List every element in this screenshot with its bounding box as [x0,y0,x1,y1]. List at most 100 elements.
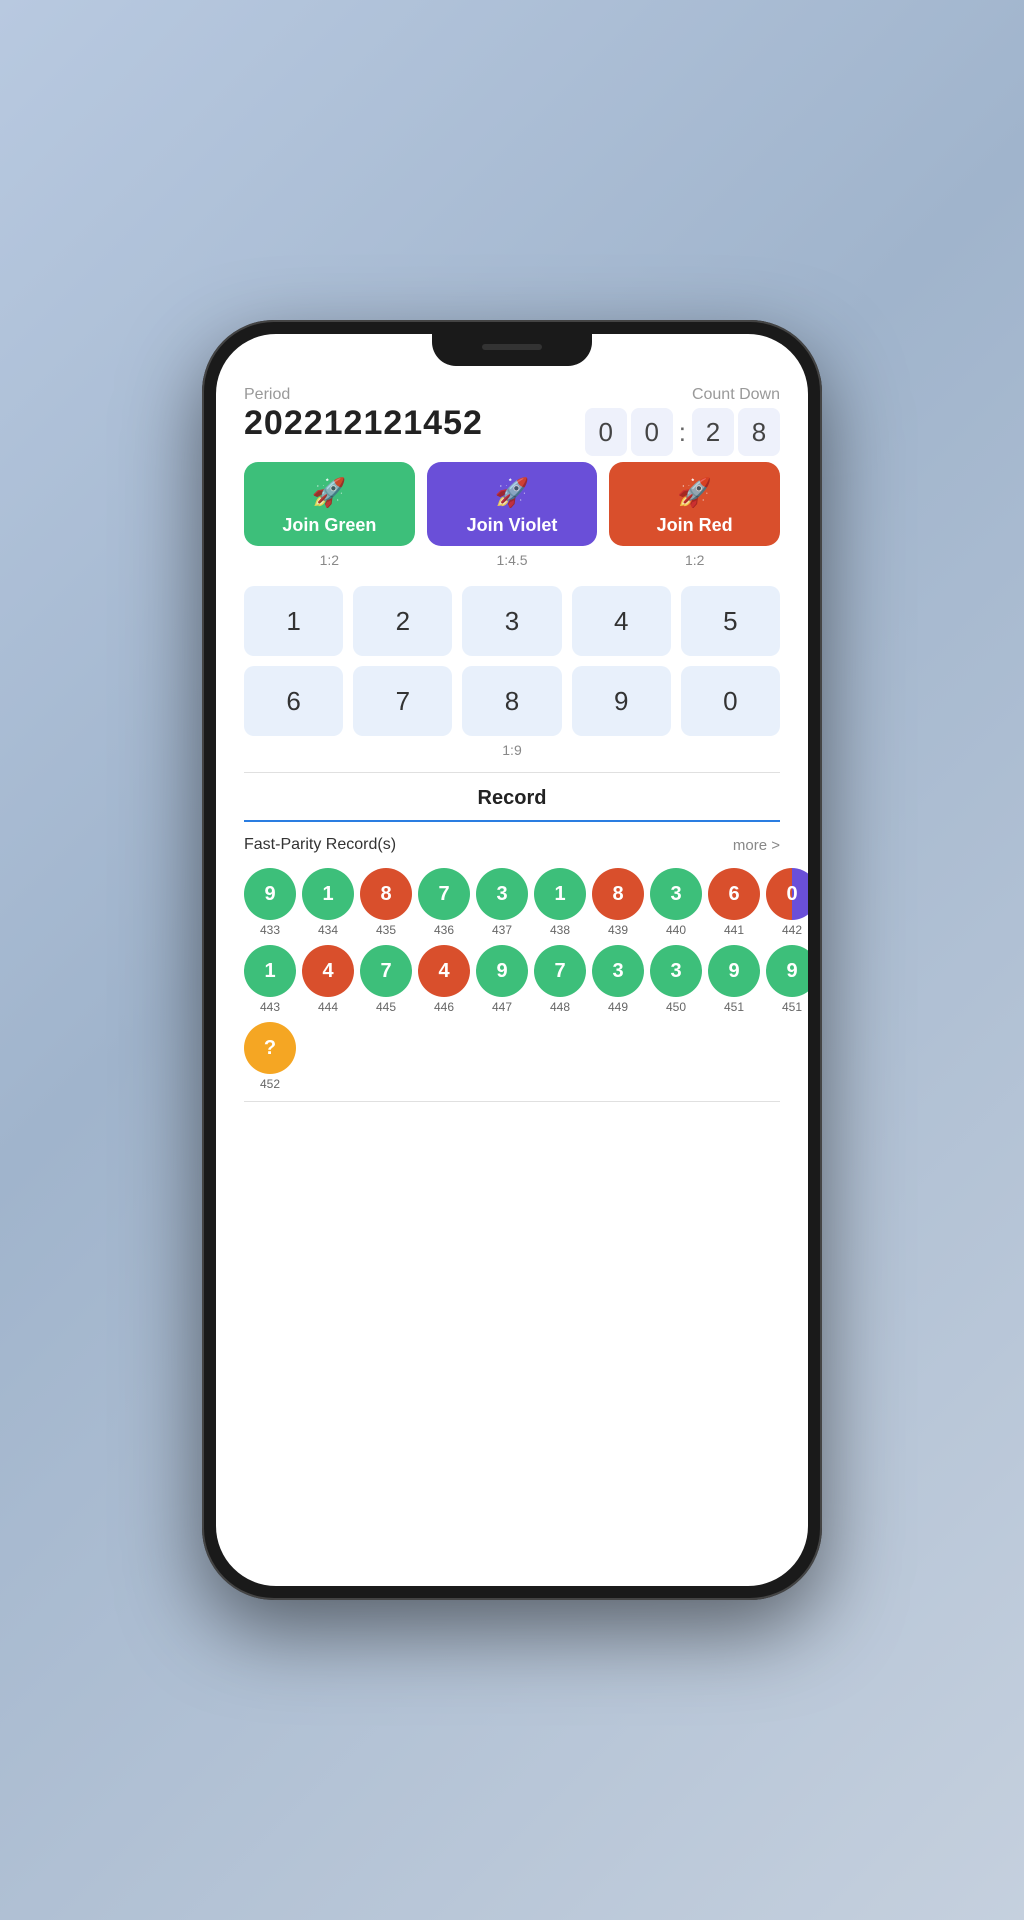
ball-label-449: 449 [608,1000,628,1014]
ball-wrapper-434: 1 434 [302,868,354,937]
num-btn-7[interactable]: 7 [353,666,452,736]
num-btn-1[interactable]: 1 [244,586,343,656]
ball-wrapper-441: 6 441 [708,868,760,937]
phone-screen: Period 202212121452 Count Down 0 0 : 2 8 [216,334,808,1586]
number-grid: 1 2 3 4 5 6 7 8 9 0 [244,586,780,736]
ball-wrapper-437: 3 437 [476,868,528,937]
ball-label-445: 445 [376,1000,396,1014]
notch-speaker [482,344,542,350]
top-divider [244,772,780,773]
num-btn-3[interactable]: 3 [462,586,561,656]
ball-wrapper-442: 0 442 [766,868,808,937]
ball-wrapper-451b: 9 451 [766,945,808,1014]
fast-parity-label: Fast-Parity Record(s) [244,836,396,854]
number-row-1: 1 2 3 4 5 [244,586,780,656]
ball-434: 1 [302,868,354,920]
ball-449: 3 [592,945,644,997]
countdown-digit-2: 0 [631,408,673,456]
ball-wrapper-443: 1 443 [244,945,296,1014]
num-btn-4[interactable]: 4 [572,586,671,656]
num-btn-0[interactable]: 0 [681,666,780,736]
grid-sub: 1:9 [244,742,780,758]
ball-label-446: 446 [434,1000,454,1014]
ball-label-443: 443 [260,1000,280,1014]
ball-441: 6 [708,868,760,920]
num-btn-9[interactable]: 9 [572,666,671,736]
join-violet-sub: 1:4.5 [427,552,598,568]
ball-label-447: 447 [492,1000,512,1014]
ball-436: 7 [418,868,470,920]
ball-wrapper-446: 4 446 [418,945,470,1014]
bottom-divider [244,1101,780,1102]
join-buttons-row: 🚀 Join Green 1:2 🚀 Join Violet 1:4.5 🚀 [244,462,780,568]
period-label: Period [244,386,483,404]
ball-wrapper-449: 3 449 [592,945,644,1014]
number-row-2: 6 7 8 9 0 [244,666,780,736]
countdown-digit-3: 2 [692,408,734,456]
join-red-label: Join Red [657,515,733,536]
ball-wrapper-452: ? 452 [244,1022,296,1091]
num-btn-2[interactable]: 2 [353,586,452,656]
ball-label-440: 440 [666,923,686,937]
phone-frame: Period 202212121452 Count Down 0 0 : 2 8 [202,320,822,1600]
countdown-digit-1: 0 [585,408,627,456]
record-title: Record [244,787,780,810]
ball-wrapper-436: 7 436 [418,868,470,937]
ball-label-436: 436 [434,923,454,937]
num-btn-6[interactable]: 6 [244,666,343,736]
ball-label-450: 450 [666,1000,686,1014]
ball-label-438: 438 [550,923,570,937]
notch [432,334,592,366]
ball-448: 7 [534,945,586,997]
ball-wrapper-440: 3 440 [650,868,702,937]
countdown-label: Count Down [585,386,780,404]
ball-label-442: 442 [782,923,802,937]
ball-wrapper-433: 9 433 [244,868,296,937]
screen-content: Period 202212121452 Count Down 0 0 : 2 8 [216,334,808,1586]
ball-wrapper-451a: 9 451 [708,945,760,1014]
ball-437: 3 [476,868,528,920]
ball-label-444: 444 [318,1000,338,1014]
ball-label-434: 434 [318,923,338,937]
rocket-icon-green: 🚀 [312,476,347,509]
period-value: 202212121452 [244,404,483,443]
ball-wrapper-447: 9 447 [476,945,528,1014]
balls-row-1: 9 433 1 434 8 435 7 436 3 437 [244,868,780,937]
join-green-wrapper: 🚀 Join Green 1:2 [244,462,415,568]
num-btn-8[interactable]: 8 [462,666,561,736]
rocket-icon-violet: 🚀 [495,476,530,509]
num-btn-5[interactable]: 5 [681,586,780,656]
balls-row-2: 1 443 4 444 7 445 4 446 9 447 [244,945,780,1014]
join-violet-button[interactable]: 🚀 Join Violet [427,462,598,546]
join-red-button[interactable]: 🚀 Join Red [609,462,780,546]
ball-445: 7 [360,945,412,997]
ball-452: ? [244,1022,296,1074]
join-red-sub: 1:2 [609,552,780,568]
ball-450: 3 [650,945,702,997]
ball-438: 1 [534,868,586,920]
ball-440: 3 [650,868,702,920]
ball-451a: 9 [708,945,760,997]
ball-439: 8 [592,868,644,920]
ball-433: 9 [244,868,296,920]
ball-label-448: 448 [550,1000,570,1014]
more-link[interactable]: more > [733,837,780,854]
rocket-icon-red: 🚀 [677,476,712,509]
ball-435: 8 [360,868,412,920]
ball-wrapper-435: 8 435 [360,868,412,937]
ball-442: 0 [766,868,808,920]
ball-wrapper-448: 7 448 [534,945,586,1014]
countdown-digit-4: 8 [738,408,780,456]
ball-443: 1 [244,945,296,997]
balls-row-3: ? 452 [244,1022,780,1091]
ball-444: 4 [302,945,354,997]
header-row: Period 202212121452 Count Down 0 0 : 2 8 [244,386,780,456]
join-green-sub: 1:2 [244,552,415,568]
fast-parity-header: Fast-Parity Record(s) more > [244,836,780,854]
ball-label-452: 452 [260,1077,280,1091]
join-green-button[interactable]: 🚀 Join Green [244,462,415,546]
ball-wrapper-438: 1 438 [534,868,586,937]
join-red-wrapper: 🚀 Join Red 1:2 [609,462,780,568]
ball-label-435: 435 [376,923,396,937]
ball-label-439: 439 [608,923,628,937]
